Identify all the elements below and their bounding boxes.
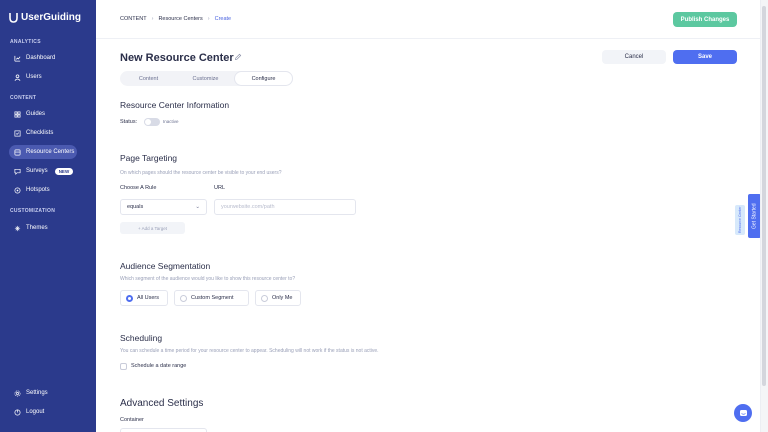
radio-option-custom-segment[interactable]: Custom Segment [174,290,249,306]
scrollbar-thumb[interactable] [762,6,766,386]
radio-icon [261,294,268,302]
brand-logo[interactable]: UserGuiding [9,12,81,23]
sidebar-item-label: Resource Centers [26,149,75,155]
sidebar-item-checklists[interactable]: Checklists [9,126,77,140]
save-button[interactable]: Save [673,50,737,64]
chevron-down-icon: ⌄ [195,204,200,210]
gear-icon [14,390,21,397]
chevron-right-icon: › [207,16,210,22]
chat-button[interactable] [734,404,752,422]
schedule-checkbox[interactable] [120,363,127,370]
sidebar-item-themes[interactable]: Themes [9,221,77,235]
section-title-content: CONTENT [10,95,37,101]
sidebar-item-label: Hotspots [26,187,50,193]
status-value: Inactive [163,119,179,124]
grid-icon [14,111,21,118]
hotspot-icon [14,187,21,194]
survey-icon [14,168,21,175]
sidebar-item-dashboard[interactable]: Dashboard [9,51,77,65]
brand-name: UserGuiding [21,12,82,23]
add-target-button[interactable]: + Add a Target [120,222,185,234]
rule-select[interactable]: equals ⌄ [120,199,207,215]
audience-description: Which segment of the audience would you … [120,276,296,282]
breadcrumb-item-resource-centers[interactable]: Resource Centers [158,16,202,22]
sidebar-item-guides[interactable]: Guides [9,107,77,121]
sidebar-item-label: Logout [26,409,45,415]
radio-icon [180,294,187,302]
chevron-right-icon: › [151,16,154,22]
sidebar-item-label: Settings [26,390,48,396]
url-input[interactable]: yourwebsite.com/path [214,199,356,215]
resource-icon [14,149,21,156]
radio-option-only-me[interactable]: Only Me [255,290,301,306]
radio-label: Custom Segment [191,295,234,301]
section-heading-advanced: Advanced Settings [120,398,204,409]
section-heading-scheduling: Scheduling [120,333,163,343]
sidebar-item-hotspots[interactable]: Hotspots [9,183,77,197]
tab-customize[interactable]: Customize [177,71,234,86]
sidebar-item-label: Users [26,74,42,80]
targeting-description: On which pages should the resource cente… [120,170,282,176]
theme-icon [14,225,21,232]
section-title-customization: CUSTOMIZATION [10,208,56,214]
sidebar-item-users[interactable]: Users [9,70,77,84]
tab-configure[interactable]: Configure [234,71,293,86]
edit-pencil-icon[interactable] [234,53,242,61]
main-content: CONTENT › Resource Centers › Create Publ… [96,0,760,432]
section-heading-targeting: Page Targeting [120,153,178,163]
sidebar-item-resource-centers[interactable]: Resource Centers [9,145,77,159]
container-select[interactable] [120,428,207,432]
publish-changes-button[interactable]: Publish Changes [673,12,737,27]
chart-icon [14,55,21,62]
radio-selected-icon [126,294,133,302]
tab-content[interactable]: Content [120,71,177,86]
container-label: Container [120,417,144,423]
scheduling-description: You can schedule a time period for your … [120,348,379,354]
sidebar-item-logout[interactable]: Logout [9,405,77,419]
radio-label: Only Me [272,295,293,301]
radio-option-all-users[interactable]: All Users [120,290,168,306]
breadcrumb-item-content[interactable]: CONTENT [120,16,147,22]
sidebar-item-label: Themes [26,225,48,231]
status-toggle[interactable] [144,118,160,126]
url-label: URL [214,185,226,191]
chat-icon [739,409,747,416]
divider [96,38,760,39]
sidebar-item-label: Checklists [26,130,54,136]
breadcrumb: CONTENT › Resource Centers › Create [120,16,231,22]
sidebar-item-settings[interactable]: Settings [9,386,77,400]
section-title-analytics: ANALYTICS [10,39,41,45]
checklist-icon [14,130,21,137]
sidebar-item-surveys[interactable]: Surveys NEW [9,164,77,178]
new-badge: NEW [54,167,74,175]
sidebar: UserGuiding ANALYTICS Dashboard Users CO… [0,0,96,432]
rule-label: Choose A Rule [120,185,157,191]
cancel-button[interactable]: Cancel [602,50,666,64]
schedule-checkbox-label: Schedule a date range [131,363,187,369]
tab-bar: Content Customize Configure [120,71,293,86]
logo-icon [9,13,18,23]
sidebar-item-label: Guides [26,111,46,117]
logout-icon [14,409,21,416]
status-label: Status: [120,119,138,125]
radio-label: All Users [137,295,160,301]
sidebar-item-label: Surveys [26,168,48,174]
section-heading-audience: Audience Segmentation [120,261,211,271]
sidebar-item-label: Dashboard [26,55,56,61]
user-icon [14,73,21,81]
resource-center-side-tab[interactable]: Resource Center [735,205,745,235]
section-heading-info: Resource Center Information [120,100,230,110]
page-title: New Resource Center [120,52,234,64]
rule-select-value: equals [127,204,144,210]
breadcrumb-item-create: Create [214,16,232,22]
